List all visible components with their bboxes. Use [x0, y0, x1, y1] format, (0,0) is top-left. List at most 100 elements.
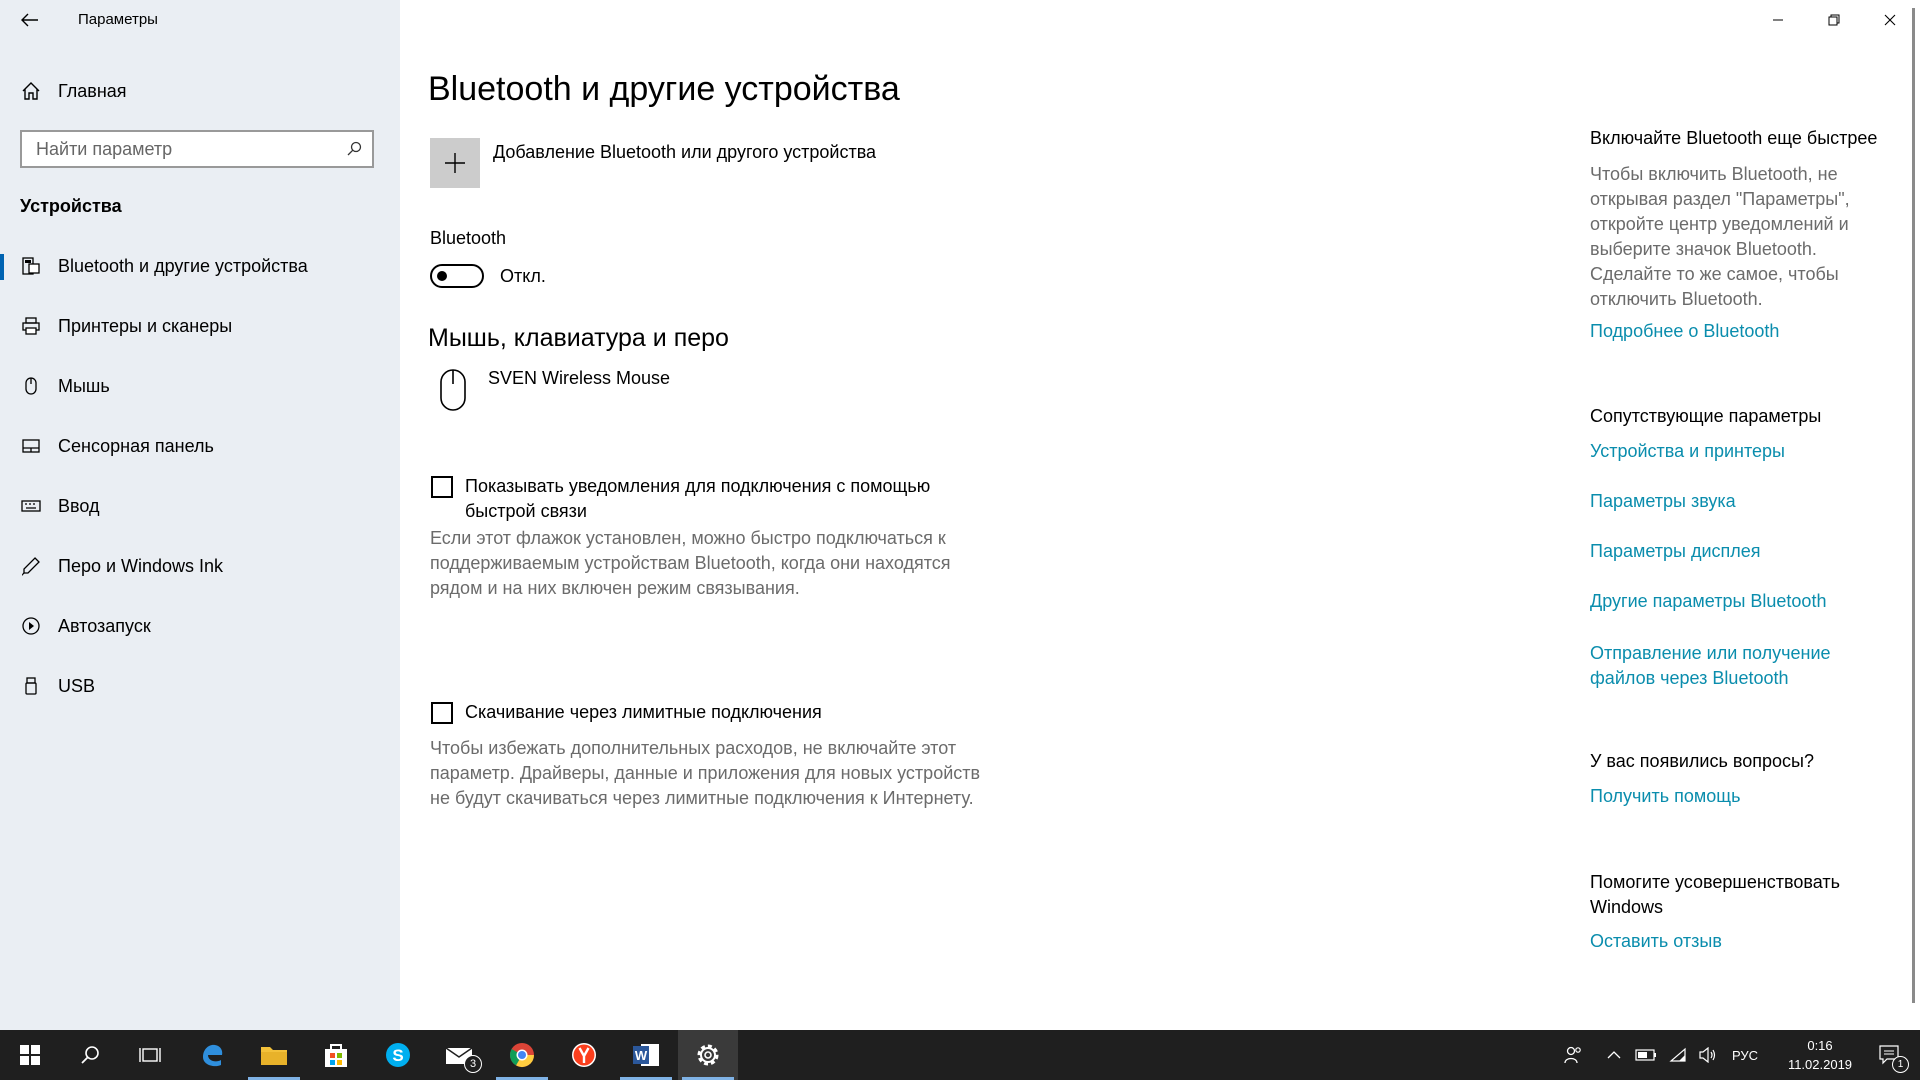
metered-checkbox[interactable]: [431, 702, 453, 724]
metered-label[interactable]: Скачивание через лимитные подключения: [465, 702, 822, 723]
toggle-knob: [437, 271, 447, 281]
language-indicator[interactable]: РУС: [1724, 1030, 1766, 1080]
network-button[interactable]: [1664, 1030, 1692, 1080]
printer-icon: [20, 315, 42, 337]
mouse-icon: [20, 375, 42, 397]
sidebar-item-label: Автозапуск: [58, 615, 151, 636]
scrollbar-thumb[interactable]: [1912, 8, 1915, 1003]
svg-text:W: W: [635, 1048, 648, 1063]
word-icon: W: [633, 1044, 659, 1066]
windows-logo-icon: [20, 1045, 40, 1065]
keyboard-icon: [20, 495, 42, 517]
sidebar-item-mouse[interactable]: Мышь: [0, 356, 400, 416]
svg-text:S: S: [392, 1046, 403, 1065]
sidebar-item-bluetooth[interactable]: Bluetooth и другие устройства: [0, 236, 400, 296]
add-device-label[interactable]: Добавление Bluetooth или другого устройс…: [493, 142, 876, 163]
bluetooth-label: Bluetooth: [430, 228, 507, 248]
skype-icon: S: [386, 1043, 410, 1067]
chrome-icon: [509, 1043, 534, 1068]
back-button[interactable]: [10, 0, 50, 40]
clock[interactable]: 0:16 11.02.2019: [1772, 1030, 1868, 1080]
sidebar-item-input[interactable]: Ввод: [0, 476, 400, 536]
swift-pair-label[interactable]: Показывать уведомления для подключения с…: [465, 474, 985, 524]
minimize-button[interactable]: [1750, 0, 1806, 40]
improve-title: Помогите усовершенствовать Windows: [1590, 872, 1841, 917]
search-input[interactable]: [34, 138, 338, 161]
swift-pair-checkbox[interactable]: [431, 476, 453, 498]
task-view-icon: [139, 1048, 161, 1062]
swift-pair-description: Если этот флажок установлен, можно быстр…: [430, 528, 951, 598]
mouse-section-title: Мышь, клавиатура и перо: [428, 324, 729, 352]
device-item[interactable]: SVEN Wireless Mouse: [430, 364, 690, 414]
metered-description: Чтобы избежать дополнительных расходов, …: [430, 738, 981, 808]
sound-settings-link[interactable]: Параметры звука: [1590, 491, 1736, 512]
restore-button[interactable]: [1806, 0, 1862, 40]
bluetooth-state: Откл.: [500, 266, 546, 286]
people-icon: [1564, 1046, 1581, 1064]
sidebar-item-touchpad[interactable]: Сенсорная панель: [0, 416, 400, 476]
wifi-icon: [1669, 1047, 1686, 1062]
mail-button[interactable]: 3: [430, 1030, 490, 1080]
get-help-link[interactable]: Получить помощь: [1590, 786, 1740, 807]
word-button[interactable]: W: [616, 1030, 676, 1080]
sidebar-item-label: Ввод: [58, 495, 100, 516]
volume-button[interactable]: [1694, 1030, 1722, 1080]
minimize-icon: [1773, 19, 1783, 21]
start-button[interactable]: [0, 1030, 60, 1080]
sidebar: Параметры Главная Устройства Bluetooth и…: [0, 0, 400, 1030]
add-device-button[interactable]: [430, 138, 480, 188]
close-icon: [1884, 14, 1896, 26]
sidebar-item-autoplay[interactable]: Автозапуск: [0, 596, 400, 656]
chevron-up-icon: [1607, 1051, 1621, 1059]
sidebar-item-label: Перо и Windows Ink: [58, 555, 224, 576]
restore-icon: [1828, 14, 1840, 26]
device-name: SVEN Wireless Mouse: [488, 368, 671, 388]
sidebar-item-usb[interactable]: USB: [0, 656, 400, 716]
settings-taskbar-button[interactable]: [678, 1030, 738, 1080]
quick-text: Чтобы включить Bluetooth, не открывая ра…: [1590, 164, 1850, 309]
sidebar-item-pen[interactable]: Перо и Windows Ink: [0, 536, 400, 596]
devices-printers-link[interactable]: Устройства и принтеры: [1590, 441, 1785, 462]
send-receive-link[interactable]: Отправление или получение файлов через B…: [1590, 641, 1860, 691]
touchpad-icon: [20, 435, 42, 457]
scrollbar[interactable]: [1908, 0, 1920, 1030]
questions-title: У вас появились вопросы?: [1590, 751, 1814, 771]
quick-title: Включайте Bluetooth еще быстрее: [1590, 128, 1878, 148]
bluetooth-toggle[interactable]: [430, 264, 484, 288]
mail-badge: 3: [464, 1055, 482, 1073]
search-icon: [347, 141, 362, 156]
store-button[interactable]: [306, 1030, 366, 1080]
sidebar-item-label: Сенсорная панель: [58, 435, 214, 456]
people-button[interactable]: [1555, 1030, 1591, 1080]
search-field[interactable]: [20, 130, 374, 168]
action-center-button[interactable]: 1: [1868, 1030, 1912, 1080]
explorer-button[interactable]: [244, 1030, 304, 1080]
battery-button[interactable]: [1630, 1030, 1662, 1080]
battery-icon: [1635, 1049, 1656, 1061]
sidebar-item-home[interactable]: Главная: [0, 61, 400, 121]
skype-button[interactable]: S: [368, 1030, 428, 1080]
volume-icon: [1699, 1047, 1716, 1063]
yandex-button[interactable]: [554, 1030, 614, 1080]
bluetooth-info-link[interactable]: Подробнее о Bluetooth: [1590, 321, 1779, 342]
sidebar-item-printers[interactable]: Принтеры и сканеры: [0, 296, 400, 356]
more-bluetooth-link[interactable]: Другие параметры Bluetooth: [1590, 591, 1826, 612]
pen-icon: [20, 555, 42, 577]
sidebar-item-label: Принтеры и сканеры: [58, 315, 233, 336]
feedback-link[interactable]: Оставить отзыв: [1590, 931, 1722, 952]
search-icon: [81, 1046, 99, 1064]
clock-date: 11.02.2019: [1787, 1057, 1853, 1072]
plus-icon: [445, 153, 465, 173]
display-settings-link[interactable]: Параметры дисплея: [1590, 541, 1761, 562]
chrome-button[interactable]: [492, 1030, 552, 1080]
edge-button[interactable]: [182, 1030, 242, 1080]
mouse-icon: [440, 369, 466, 411]
sidebar-item-label: Главная: [58, 80, 127, 101]
task-view-button[interactable]: [120, 1030, 180, 1080]
gear-icon: [697, 1044, 719, 1066]
show-hidden-icons-button[interactable]: [1600, 1030, 1628, 1080]
search-taskbar-button[interactable]: [60, 1030, 120, 1080]
edge-icon: [203, 1044, 223, 1067]
page-title: Bluetooth и другие устройства: [428, 70, 900, 108]
sidebar-item-label: Мышь: [58, 375, 110, 396]
